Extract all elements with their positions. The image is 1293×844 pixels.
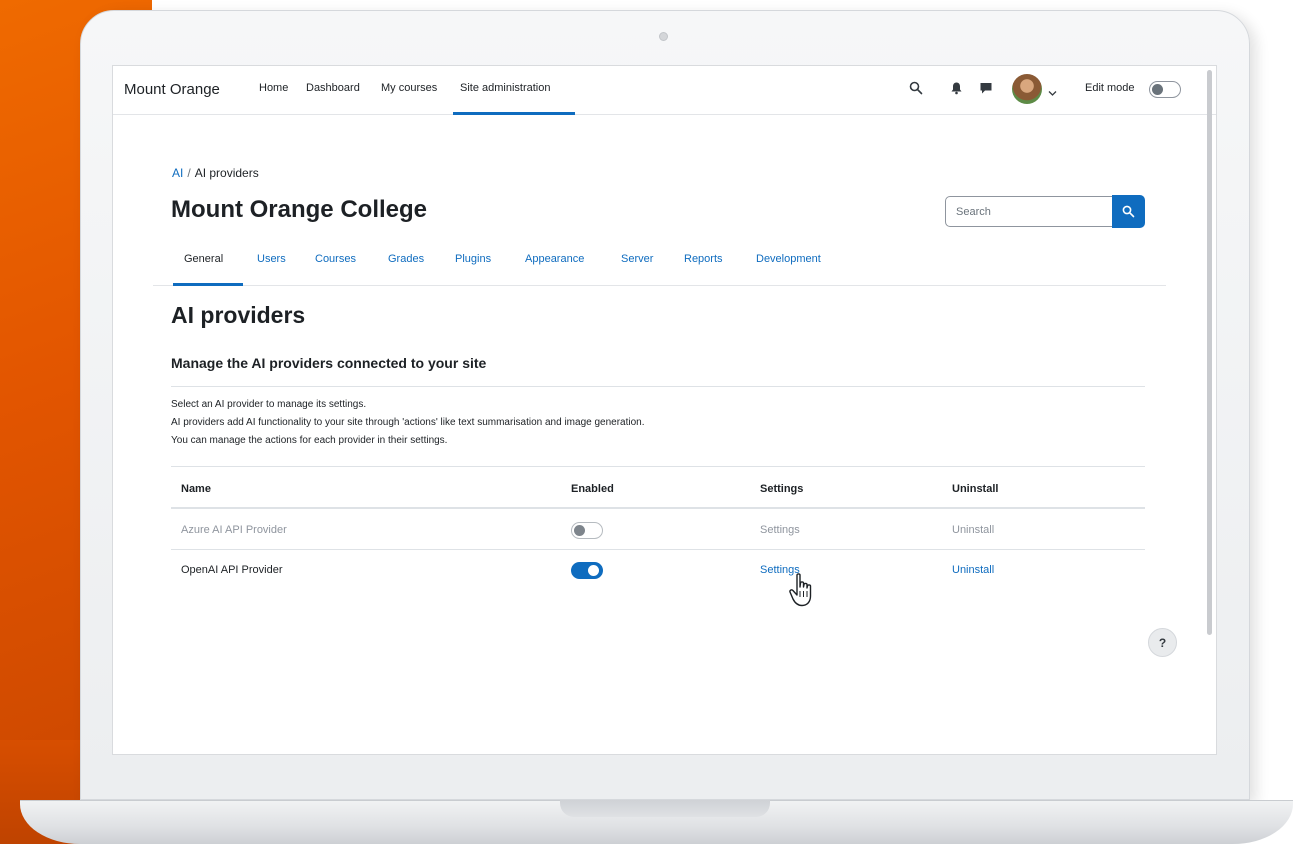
search-icon[interactable] — [909, 81, 923, 100]
help-icon: ? — [1158, 635, 1167, 650]
azure-enabled-toggle[interactable] — [571, 522, 603, 539]
laptop-camera — [659, 32, 668, 41]
tab-grades[interactable]: Grades — [388, 253, 424, 265]
nav-active-indicator — [453, 112, 575, 115]
help-button[interactable]: ? — [1148, 628, 1177, 657]
tab-courses[interactable]: Courses — [315, 253, 356, 265]
nav-site-administration[interactable]: Site administration — [460, 82, 551, 94]
description-line-1: Select an AI provider to manage its sett… — [171, 399, 367, 410]
admin-tabs: General Users Courses Grades Plugins App… — [153, 240, 1166, 286]
nav-dashboard[interactable]: Dashboard — [306, 82, 360, 94]
breadcrumb-separator: / — [187, 166, 191, 180]
site-title: Mount Orange College — [171, 196, 428, 223]
page-scrollbar[interactable] — [1207, 70, 1212, 635]
top-navbar: Mount Orange Home Dashboard My courses S… — [113, 66, 1216, 115]
description-line-2: AI providers add AI functionality to you… — [171, 417, 645, 428]
edit-mode-toggle-knob — [1152, 83, 1163, 95]
laptop-screen: Mount Orange Home Dashboard My courses S… — [112, 65, 1217, 755]
breadcrumb-ai[interactable]: AI — [172, 166, 183, 180]
toggle-knob — [588, 564, 599, 576]
breadcrumb: AI / AI providers — [172, 166, 259, 180]
provider-name: Azure AI API Provider — [181, 524, 287, 536]
tab-reports[interactable]: Reports — [684, 253, 723, 265]
provider-name: OpenAI API Provider — [181, 564, 283, 576]
edit-mode-label: Edit mode — [1085, 82, 1135, 94]
tab-general[interactable]: General — [184, 253, 223, 265]
column-header-settings: Settings — [760, 483, 804, 495]
hand-cursor-icon — [789, 573, 812, 607]
tab-active-indicator — [173, 283, 243, 286]
admin-search-input[interactable] — [945, 196, 1113, 227]
tab-users[interactable]: Users — [257, 253, 286, 265]
page-subheading: Manage the AI providers connected to you… — [171, 355, 487, 371]
tab-appearance[interactable]: Appearance — [525, 253, 584, 265]
site-brand[interactable]: Mount Orange — [124, 81, 220, 98]
table-header-border — [171, 507, 1145, 509]
column-header-uninstall: Uninstall — [952, 483, 999, 495]
description-line-3: You can manage the actions for each prov… — [171, 435, 448, 446]
tab-server[interactable]: Server — [621, 253, 653, 265]
nav-home[interactable]: Home — [259, 82, 288, 94]
admin-search-button[interactable] — [1112, 195, 1145, 228]
chevron-down-icon[interactable] — [1048, 84, 1057, 102]
tab-development[interactable]: Development — [756, 253, 821, 265]
column-header-enabled: Enabled — [571, 483, 614, 495]
bell-icon[interactable] — [950, 81, 963, 100]
breadcrumb-current: AI providers — [194, 166, 259, 180]
nav-my-courses[interactable]: My courses — [381, 82, 437, 94]
message-icon[interactable] — [979, 81, 993, 100]
toggle-knob — [574, 524, 585, 536]
user-avatar[interactable] — [1012, 74, 1042, 104]
openai-uninstall-link[interactable]: Uninstall — [952, 564, 994, 576]
page-heading: AI providers — [171, 302, 306, 328]
row-divider — [171, 549, 1145, 550]
azure-settings-link[interactable]: Settings — [760, 524, 800, 536]
edit-mode-toggle[interactable] — [1149, 81, 1181, 98]
table-top-border — [171, 466, 1145, 467]
laptop-notch — [560, 800, 770, 817]
openai-enabled-toggle[interactable] — [571, 562, 603, 579]
section-divider — [171, 386, 1145, 387]
tab-plugins[interactable]: Plugins — [455, 253, 491, 265]
column-header-name: Name — [181, 483, 211, 495]
search-icon — [1122, 205, 1135, 218]
azure-uninstall-link[interactable]: Uninstall — [952, 524, 994, 536]
